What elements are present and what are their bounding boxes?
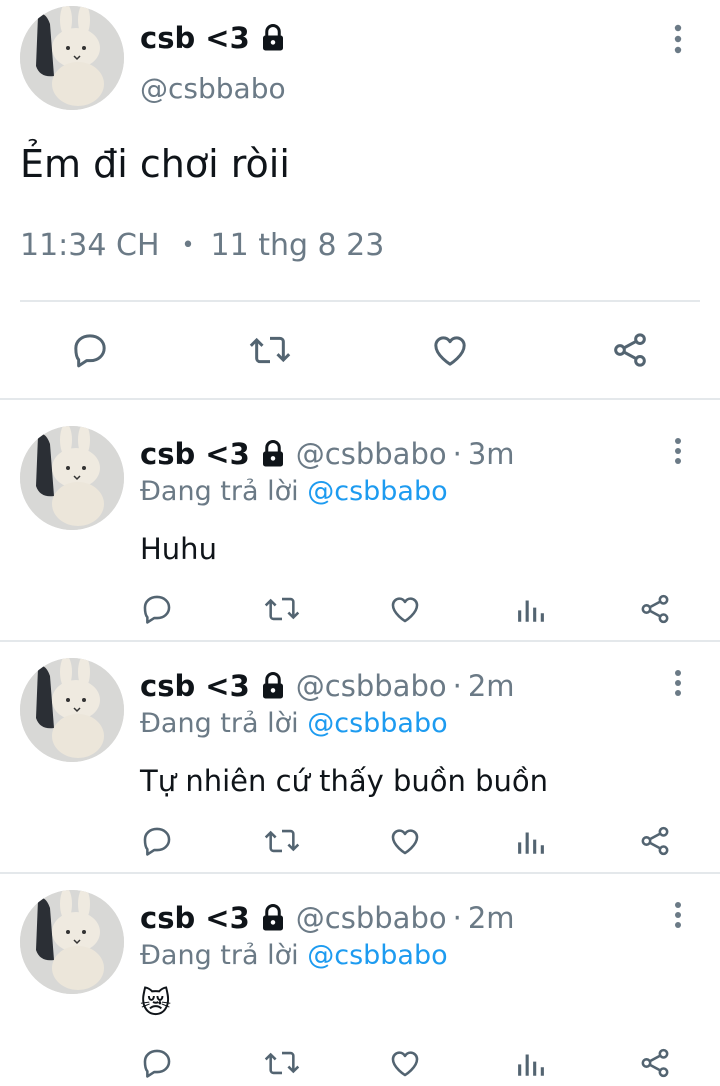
more-vertical-icon[interactable] (666, 22, 690, 56)
analytics-icon[interactable] (514, 824, 548, 858)
handle[interactable]: @csbbabo (296, 669, 447, 703)
separator: · (452, 901, 462, 935)
display-name[interactable]: csb <3 (140, 21, 250, 55)
reply-icon[interactable] (140, 824, 174, 858)
handle[interactable]: @csbbabo (296, 901, 447, 935)
like-icon[interactable] (430, 330, 470, 370)
divider (20, 300, 700, 302)
like-icon[interactable] (388, 592, 422, 626)
separator: · (452, 437, 462, 471)
share-icon[interactable] (638, 824, 672, 858)
tweet-text: Huhu (140, 532, 217, 566)
share-icon[interactable] (638, 1046, 672, 1080)
share-icon[interactable] (610, 330, 650, 370)
retweet-icon[interactable] (263, 1046, 301, 1080)
replying-to-label: Đang trả lời (140, 708, 299, 739)
analytics-icon[interactable] (514, 592, 548, 626)
analytics-icon[interactable] (514, 1046, 548, 1080)
avatar[interactable] (20, 426, 124, 530)
tweet-date: 11 thg 8 23 (210, 228, 385, 263)
tweet-text: Ẻm đi chơi ròii (20, 142, 290, 186)
replying-to-label: Đang trả lời (140, 476, 299, 507)
tweet-age[interactable]: 2m (468, 669, 515, 703)
reply-icon[interactable] (70, 330, 110, 370)
divider (0, 640, 720, 642)
handle[interactable]: @csbbabo (296, 437, 447, 471)
more-vertical-icon[interactable] (666, 436, 690, 466)
reply-icon[interactable] (140, 592, 174, 626)
divider (0, 872, 720, 874)
avatar[interactable] (20, 658, 124, 762)
like-icon[interactable] (388, 1046, 422, 1080)
lock-icon (258, 23, 288, 53)
more-vertical-icon[interactable] (666, 900, 690, 930)
divider (0, 398, 720, 400)
retweet-icon[interactable] (263, 592, 301, 626)
retweet-icon[interactable] (248, 330, 292, 370)
separator: • (181, 233, 195, 258)
crying-cat-emoji: 😿 (140, 986, 172, 1021)
tweet-age[interactable]: 2m (468, 901, 515, 935)
lock-icon (258, 903, 288, 933)
replying-to-handle[interactable]: @csbbabo (307, 940, 447, 971)
separator: · (452, 669, 462, 703)
handle[interactable]: @csbbabo (140, 72, 286, 105)
lock-icon (258, 439, 288, 469)
tweet-age[interactable]: 3m (468, 437, 515, 471)
retweet-icon[interactable] (263, 824, 301, 858)
lock-icon (258, 671, 288, 701)
like-icon[interactable] (388, 824, 422, 858)
display-name[interactable]: csb <3 (140, 437, 250, 471)
display-name[interactable]: csb <3 (140, 669, 250, 703)
more-vertical-icon[interactable] (666, 668, 690, 698)
display-name[interactable]: csb <3 (140, 901, 250, 935)
avatar[interactable] (20, 890, 124, 994)
avatar[interactable] (20, 6, 124, 110)
replying-to-label: Đang trả lời (140, 940, 299, 971)
reply-icon[interactable] (140, 1046, 174, 1080)
share-icon[interactable] (638, 592, 672, 626)
tweet-text: Tự nhiên cứ thấy buồn buồn (140, 764, 549, 798)
replying-to-handle[interactable]: @csbbabo (307, 476, 447, 507)
replying-to-handle[interactable]: @csbbabo (307, 708, 447, 739)
tweet-time: 11:34 CH (20, 228, 160, 263)
